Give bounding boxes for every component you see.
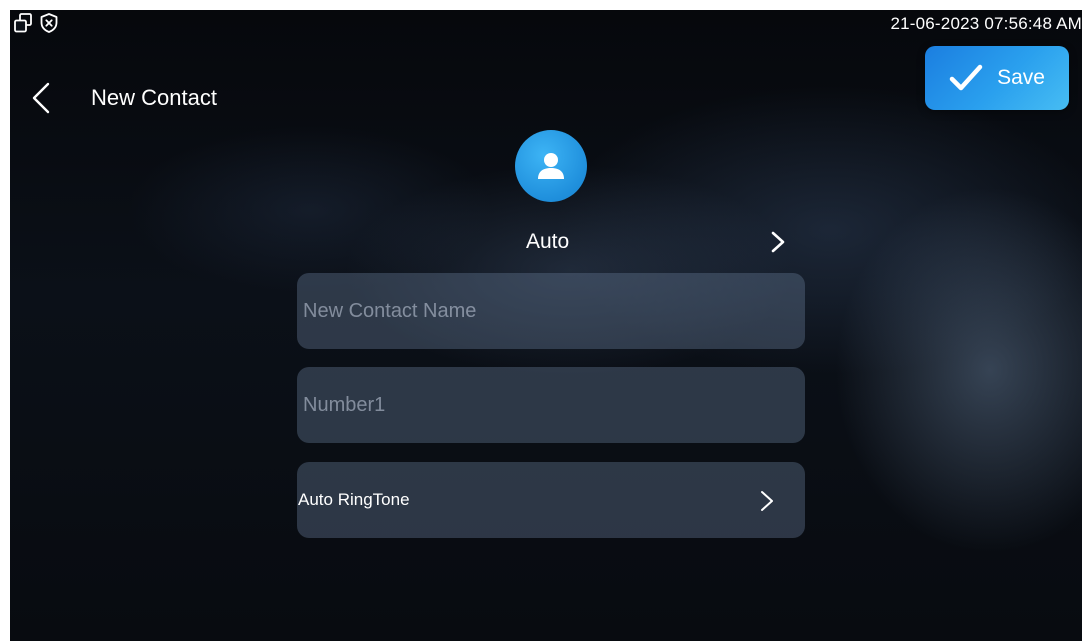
ringtone-label: Auto RingTone — [298, 490, 410, 509]
shield-close-icon — [38, 12, 60, 34]
person-icon — [538, 153, 564, 179]
checkmark-icon — [949, 64, 983, 91]
number-field[interactable] — [297, 367, 805, 443]
back-button[interactable] — [24, 80, 60, 116]
chevron-left-icon — [32, 82, 50, 114]
status-clock: 21-06-2023 07:56:48 AM — [890, 14, 1082, 33]
save-button-label: Save — [997, 66, 1045, 89]
chevron-right-icon — [761, 491, 773, 511]
screen: 21-06-2023 07:56:48 AM New Contact Save … — [10, 10, 1082, 641]
status-bar: 21-06-2023 07:56:48 AM — [10, 10, 1082, 38]
contact-avatar[interactable] — [515, 130, 587, 202]
contact-name-input[interactable] — [297, 273, 805, 349]
avatar-selector[interactable]: Auto — [297, 222, 805, 262]
contact-name-field[interactable] — [297, 273, 805, 349]
avatar-selector-label: Auto — [526, 230, 570, 253]
chevron-right-icon — [771, 231, 785, 253]
number1-input[interactable] — [297, 367, 805, 443]
windows-icon — [12, 12, 34, 34]
ringtone-selector[interactable]: Auto RingTone — [297, 462, 805, 538]
page-title: New Contact — [91, 85, 217, 110]
save-button[interactable]: Save — [925, 46, 1069, 110]
